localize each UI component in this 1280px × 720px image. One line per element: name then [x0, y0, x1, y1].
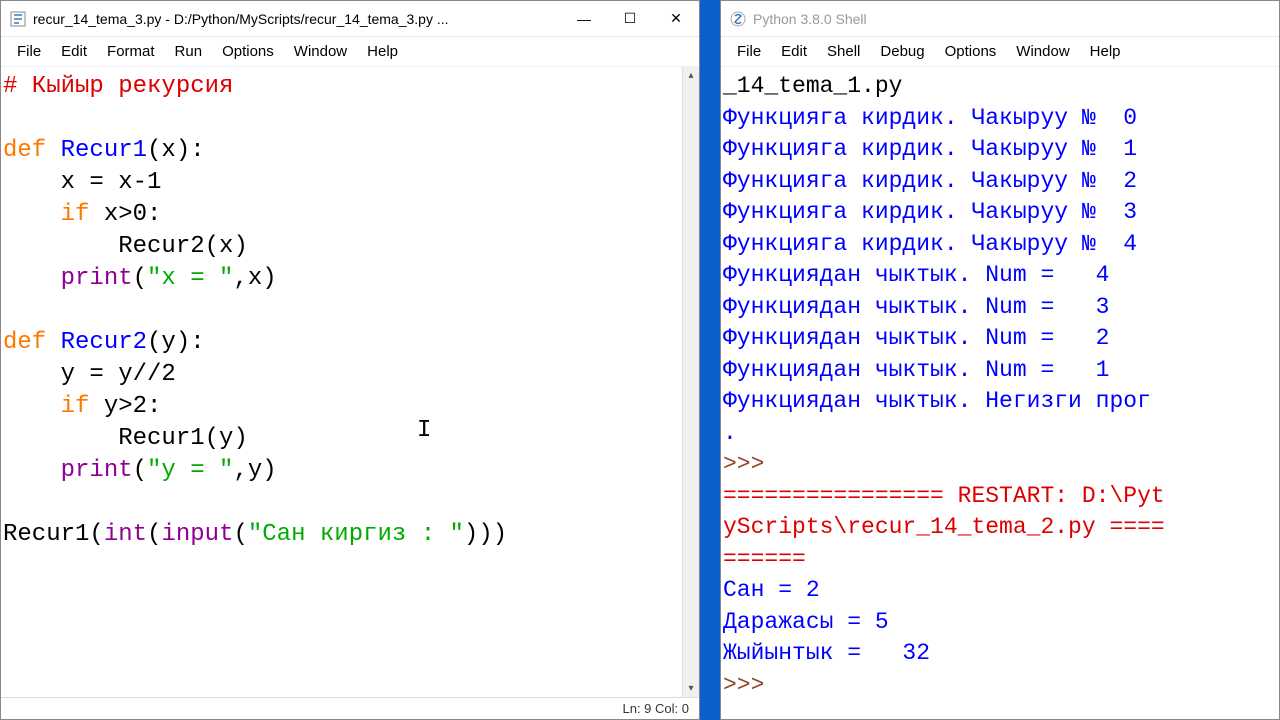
out: Функциядан чыктык. Num =: [723, 262, 1096, 288]
tok: input: [161, 521, 233, 548]
menu-edit[interactable]: Edit: [771, 39, 817, 64]
menu-edit[interactable]: Edit: [51, 39, 97, 64]
editor-area: # Кыйыр рекурсия def Recur1(x): x = x-1 …: [1, 67, 699, 697]
tok: "x = ": [147, 265, 233, 292]
tok: Recur1(y): [3, 425, 248, 452]
tok: int: [104, 521, 147, 548]
editor-title-bar[interactable]: recur_14_tema_3.py - D:/Python/MyScripts…: [1, 1, 699, 37]
menu-format[interactable]: Format: [97, 39, 165, 64]
shell-title-bar[interactable]: Python 3.8.0 Shell: [721, 1, 1279, 37]
editor-scrollbar[interactable]: ▴ ▾: [682, 67, 699, 697]
menu-debug[interactable]: Debug: [870, 39, 934, 64]
out: 0: [1123, 105, 1137, 131]
menu-window[interactable]: Window: [1006, 39, 1079, 64]
tok: x>0:: [104, 201, 162, 228]
editor-title-text: recur_14_tema_3.py - D:/Python/MyScripts…: [33, 11, 561, 27]
tok: (: [147, 521, 161, 548]
editor-menu-bar: File Edit Format Run Options Window Help: [1, 37, 699, 67]
out: Функцияга кирдик. Чакыруу №: [723, 231, 1123, 257]
tok: (: [233, 521, 247, 548]
out: Функциядан чыктык. Num =: [723, 357, 1096, 383]
menu-help[interactable]: Help: [357, 39, 408, 64]
out: .: [723, 420, 737, 446]
out: 2: [1096, 325, 1110, 351]
maximize-button[interactable]: ☐: [607, 1, 653, 37]
tok: def: [3, 137, 61, 164]
out: 2: [1123, 168, 1137, 194]
menu-options[interactable]: Options: [935, 39, 1007, 64]
tok: (: [133, 457, 147, 484]
out: yScripts\recur_14_tema_2.py ====: [723, 514, 1165, 540]
code-comment: # Кыйыр рекурсия: [3, 73, 233, 100]
menu-file[interactable]: File: [7, 39, 51, 64]
editor-status-bar: Ln: 9 Col: 0: [1, 697, 699, 719]
out: ======: [723, 546, 806, 572]
menu-help[interactable]: Help: [1080, 39, 1131, 64]
editor-window: recur_14_tema_3.py - D:/Python/MyScripts…: [0, 0, 700, 720]
tok: (: [133, 265, 147, 292]
code-editor[interactable]: # Кыйыр рекурсия def Recur1(x): x = x-1 …: [1, 67, 682, 697]
tok: if: [3, 201, 104, 228]
tok: [3, 457, 61, 484]
tok: y>2:: [104, 393, 162, 420]
tok: y = y//2: [3, 361, 176, 388]
minimize-button[interactable]: —: [561, 1, 607, 37]
out: Функциядан чыктык. Num =: [723, 294, 1096, 320]
out: Функциядан чыктык. Num =: [723, 325, 1096, 351]
shell-output[interactable]: _14_tema_1.py Функцияга кирдик. Чакыруу …: [721, 67, 1279, 719]
tok: ,y): [233, 457, 276, 484]
out: 3: [1123, 199, 1137, 225]
out: 1: [1123, 136, 1137, 162]
tok: ,x): [233, 265, 276, 292]
shell-window: Python 3.8.0 Shell File Edit Shell Debug…: [720, 0, 1280, 720]
tok: [3, 265, 61, 292]
out: Функцияга кирдик. Чакыруу №: [723, 199, 1123, 225]
out: Сан = 2: [723, 577, 820, 603]
tok: Recur1(: [3, 521, 104, 548]
cursor-position: Ln: 9 Col: 0: [623, 701, 690, 716]
python-shell-icon: [729, 10, 747, 28]
tok: (x):: [147, 137, 205, 164]
window-gap: [700, 0, 720, 720]
tok: def: [3, 329, 61, 356]
close-button[interactable]: ✕: [653, 1, 699, 37]
tok: x = x-1: [3, 169, 161, 196]
tok: print: [61, 457, 133, 484]
tok: if: [3, 393, 104, 420]
out: 4: [1096, 262, 1110, 288]
out: ================ RESTART: D:\Pyt: [723, 483, 1165, 509]
prompt: >>>: [723, 451, 778, 477]
menu-file[interactable]: File: [727, 39, 771, 64]
tok: "Сан киргиз : ": [248, 521, 464, 548]
shell-title-text: Python 3.8.0 Shell: [753, 11, 1279, 27]
shell-area: _14_tema_1.py Функцияга кирдик. Чакыруу …: [721, 67, 1279, 719]
tok: "y = ": [147, 457, 233, 484]
tok: Recur2: [61, 329, 147, 356]
out: Жыйынтык = 32: [723, 640, 930, 666]
out: 4: [1123, 231, 1137, 257]
out: Даражасы = 5: [723, 609, 889, 635]
menu-window[interactable]: Window: [284, 39, 357, 64]
python-file-icon: [9, 10, 27, 28]
tok: ))): [464, 521, 507, 548]
out: _14_tema_1.py: [723, 73, 902, 99]
tok: (y):: [147, 329, 205, 356]
tok: Recur1: [61, 137, 147, 164]
shell-menu-bar: File Edit Shell Debug Options Window Hel…: [721, 37, 1279, 67]
menu-run[interactable]: Run: [165, 39, 213, 64]
tok: Recur2(x): [3, 233, 248, 260]
menu-options[interactable]: Options: [212, 39, 284, 64]
menu-shell[interactable]: Shell: [817, 39, 870, 64]
out: Функциядан чыктык. Негизги прог: [723, 388, 1151, 414]
out: Функцияга кирдик. Чакыруу №: [723, 105, 1123, 131]
out: 1: [1096, 357, 1110, 383]
window-controls: — ☐ ✕: [561, 1, 699, 37]
prompt: >>>: [723, 672, 778, 698]
out: Функцияга кирдик. Чакыруу №: [723, 136, 1123, 162]
tok: print: [61, 265, 133, 292]
out: 3: [1096, 294, 1110, 320]
out: Функцияга кирдик. Чакыруу №: [723, 168, 1123, 194]
scroll-up-icon[interactable]: ▴: [683, 67, 699, 84]
scroll-down-icon[interactable]: ▾: [683, 680, 699, 697]
